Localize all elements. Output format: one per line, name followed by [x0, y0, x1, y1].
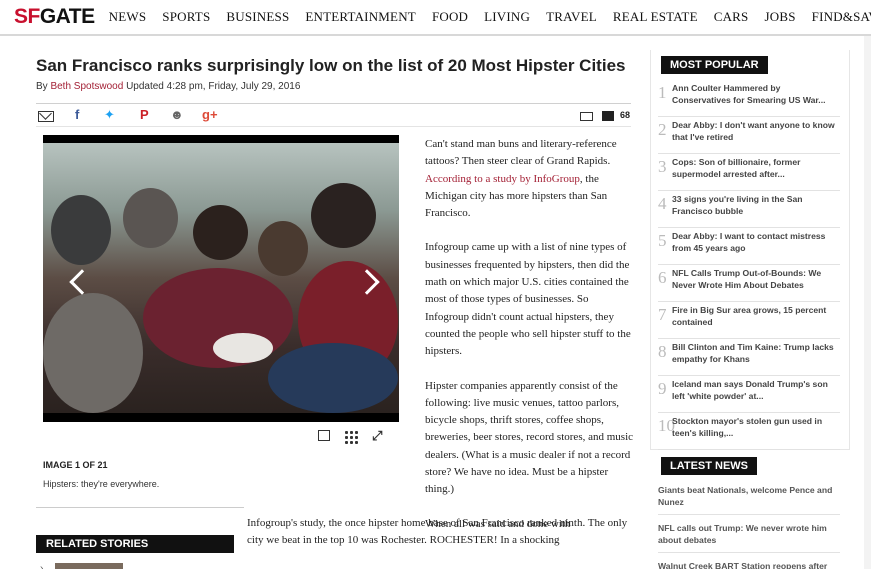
paragraph: Infogroup came up with a list of nine ty…	[425, 241, 631, 358]
gallery-prev-arrow[interactable]	[69, 269, 95, 295]
photo-shape	[123, 188, 178, 248]
nav-item-sports[interactable]: SPORTS	[162, 9, 210, 25]
most-popular-item[interactable]: 1 Ann Coulter Hammered by Conservatives f…	[658, 80, 840, 117]
sfgate-logo[interactable]: SFGATE	[14, 5, 95, 29]
print-icon[interactable]	[580, 112, 593, 121]
nav-items: NEWS SPORTS BUSINESS ENTERTAINMENT FOOD LIVIN…	[109, 9, 871, 25]
photo-shape	[213, 333, 273, 363]
latest-news-list: Giants beat Nationals, welcome Pence and…	[658, 482, 840, 569]
paragraph: Can't stand man buns and literary-refere…	[425, 138, 617, 220]
fullscreen-icon[interactable]: ⤢	[372, 429, 386, 442]
most-popular-link[interactable]: Bill Clinton and Tim Kaine: Trump lacks …	[672, 341, 840, 365]
most-popular-item[interactable]: 6 NFL Calls Trump Out-of-Bounds: We Never…	[658, 265, 840, 302]
most-popular-link[interactable]: Ann Coulter Hammered by Conservatives fo…	[672, 82, 840, 106]
share-out-icon[interactable]	[318, 430, 330, 441]
most-popular-link[interactable]: Dear Abby: I don't want anyone to know t…	[672, 119, 840, 143]
most-popular-item[interactable]: 7 Fire in Big Sur area grows, 15 percent …	[658, 302, 840, 339]
related-thumbnail[interactable]	[55, 563, 123, 569]
most-popular-item[interactable]: 4 33 signs you're living in the San Franc…	[658, 191, 840, 228]
nav-item-living[interactable]: LIVING	[484, 9, 530, 25]
gallery-photo[interactable]	[43, 143, 399, 413]
photo-shape	[268, 343, 398, 413]
rank-number: 4	[658, 194, 667, 213]
photo-shape	[311, 183, 376, 248]
rank-number: 2	[658, 120, 667, 139]
top-nav: SFGATE NEWS SPORTS BUSINESS ENTERTAINMENT FO…	[0, 0, 871, 36]
author-link[interactable]: Beth Spotswood	[50, 81, 123, 92]
rank-number: 3	[658, 157, 667, 176]
rank-number: 6	[658, 268, 667, 287]
nav-item-entertainment[interactable]: ENTERTAINMENT	[305, 9, 416, 25]
most-popular-link[interactable]: 33 signs you're living in the San Franci…	[672, 193, 840, 217]
nav-item-jobs[interactable]: JOBS	[764, 9, 795, 25]
article-body-wide: Infogroup's study, the once hipster home…	[247, 517, 628, 547]
most-popular-item[interactable]: 10 Stockton mayor's stolen gun used in te…	[658, 413, 840, 450]
divider	[36, 507, 244, 508]
nav-item-news[interactable]: NEWS	[109, 9, 147, 25]
most-popular-link[interactable]: Fire in Big Sur area grows, 15 percent c…	[672, 304, 840, 328]
latest-news-item[interactable]: NFL calls out Trump: We never wrote him …	[658, 520, 840, 553]
rank-number: 1	[658, 83, 667, 102]
rank-number: 8	[658, 342, 667, 361]
latest-news-item[interactable]: Walnut Creek BART Station reopens after	[658, 558, 840, 569]
image-count: IMAGE 1 OF 21	[43, 460, 108, 470]
latest-news-heading: LATEST NEWS	[661, 457, 758, 475]
image-caption: Hipsters: they're everywhere.	[43, 479, 160, 489]
most-popular-link[interactable]: Cops: Son of billionaire, former supermo…	[672, 156, 840, 180]
share-bar: f ✦ P ☻ g+ 68	[36, 103, 631, 127]
most-popular-list: 1 Ann Coulter Hammered by Conservatives f…	[658, 80, 840, 450]
scrollbar-track[interactable]	[864, 36, 871, 569]
byline: By Beth Spotswood Updated 4:28 pm, Frida…	[36, 81, 301, 92]
grid-icon[interactable]	[344, 430, 358, 444]
updated-time: Updated 4:28 pm, Friday, July 29, 2016	[126, 81, 301, 92]
photo-shape	[193, 205, 248, 260]
latest-news-item[interactable]: Giants beat Nationals, welcome Pence and…	[658, 482, 840, 515]
comment-count[interactable]: 68	[620, 110, 630, 120]
nav-item-cars[interactable]: CARS	[714, 9, 749, 25]
most-popular-item[interactable]: 2 Dear Abby: I don't want anyone to know …	[658, 117, 840, 154]
pinterest-icon[interactable]: P	[140, 107, 149, 122]
most-popular-link[interactable]: Stockton mayor's stolen gun used in teen…	[672, 415, 840, 439]
comment-icon[interactable]	[602, 111, 614, 121]
rank-number: 7	[658, 305, 667, 324]
paragraph: Hipster companies apparently consist of …	[425, 379, 634, 496]
most-popular-link[interactable]: NFL Calls Trump Out-of-Bounds: We Never …	[672, 267, 840, 291]
related-chevron-icon[interactable]: ›	[40, 563, 43, 569]
reddit-icon[interactable]: ☻	[170, 107, 184, 122]
photo-gallery[interactable]	[43, 135, 399, 422]
most-popular-heading: MOST POPULAR	[661, 56, 768, 74]
facebook-icon[interactable]: f	[75, 107, 79, 122]
gallery-tools: ⤢	[318, 429, 386, 444]
rank-number: 5	[658, 231, 667, 250]
nav-item-real-estate[interactable]: REAL ESTATE	[613, 9, 698, 25]
article-headline: San Francisco ranks surprisingly low on …	[36, 56, 626, 75]
photo-shape	[51, 195, 111, 265]
twitter-icon[interactable]: ✦	[104, 107, 115, 123]
most-popular-link[interactable]: Iceland man says Donald Trump's son left…	[672, 378, 840, 402]
most-popular-item[interactable]: 9 Iceland man says Donald Trump's son lef…	[658, 376, 840, 413]
nav-item-business[interactable]: BUSINESS	[226, 9, 289, 25]
nav-item-food[interactable]: FOOD	[432, 9, 468, 25]
nav-item-find-save[interactable]: FIND&SAVE	[812, 9, 871, 25]
rank-number: 9	[658, 379, 667, 398]
photo-shape	[43, 293, 143, 413]
photo-shape	[258, 221, 308, 276]
article-body: Can't stand man buns and literary-refere…	[425, 136, 635, 550]
mail-icon[interactable]	[38, 111, 54, 122]
nav-item-travel[interactable]: TRAVEL	[546, 9, 597, 25]
most-popular-item[interactable]: 5 Dear Abby: I want to contact mistress f…	[658, 228, 840, 265]
study-link[interactable]: According to a study by InfoGroup	[425, 173, 580, 185]
most-popular-item[interactable]: 3 Cops: Son of billionaire, former superm…	[658, 154, 840, 191]
related-stories-heading: RELATED STORIES	[36, 535, 234, 553]
google-plus-icon[interactable]: g+	[202, 107, 218, 122]
most-popular-link[interactable]: Dear Abby: I want to contact mistress fr…	[672, 230, 840, 254]
most-popular-item[interactable]: 8 Bill Clinton and Tim Kaine: Trump lacks…	[658, 339, 840, 376]
